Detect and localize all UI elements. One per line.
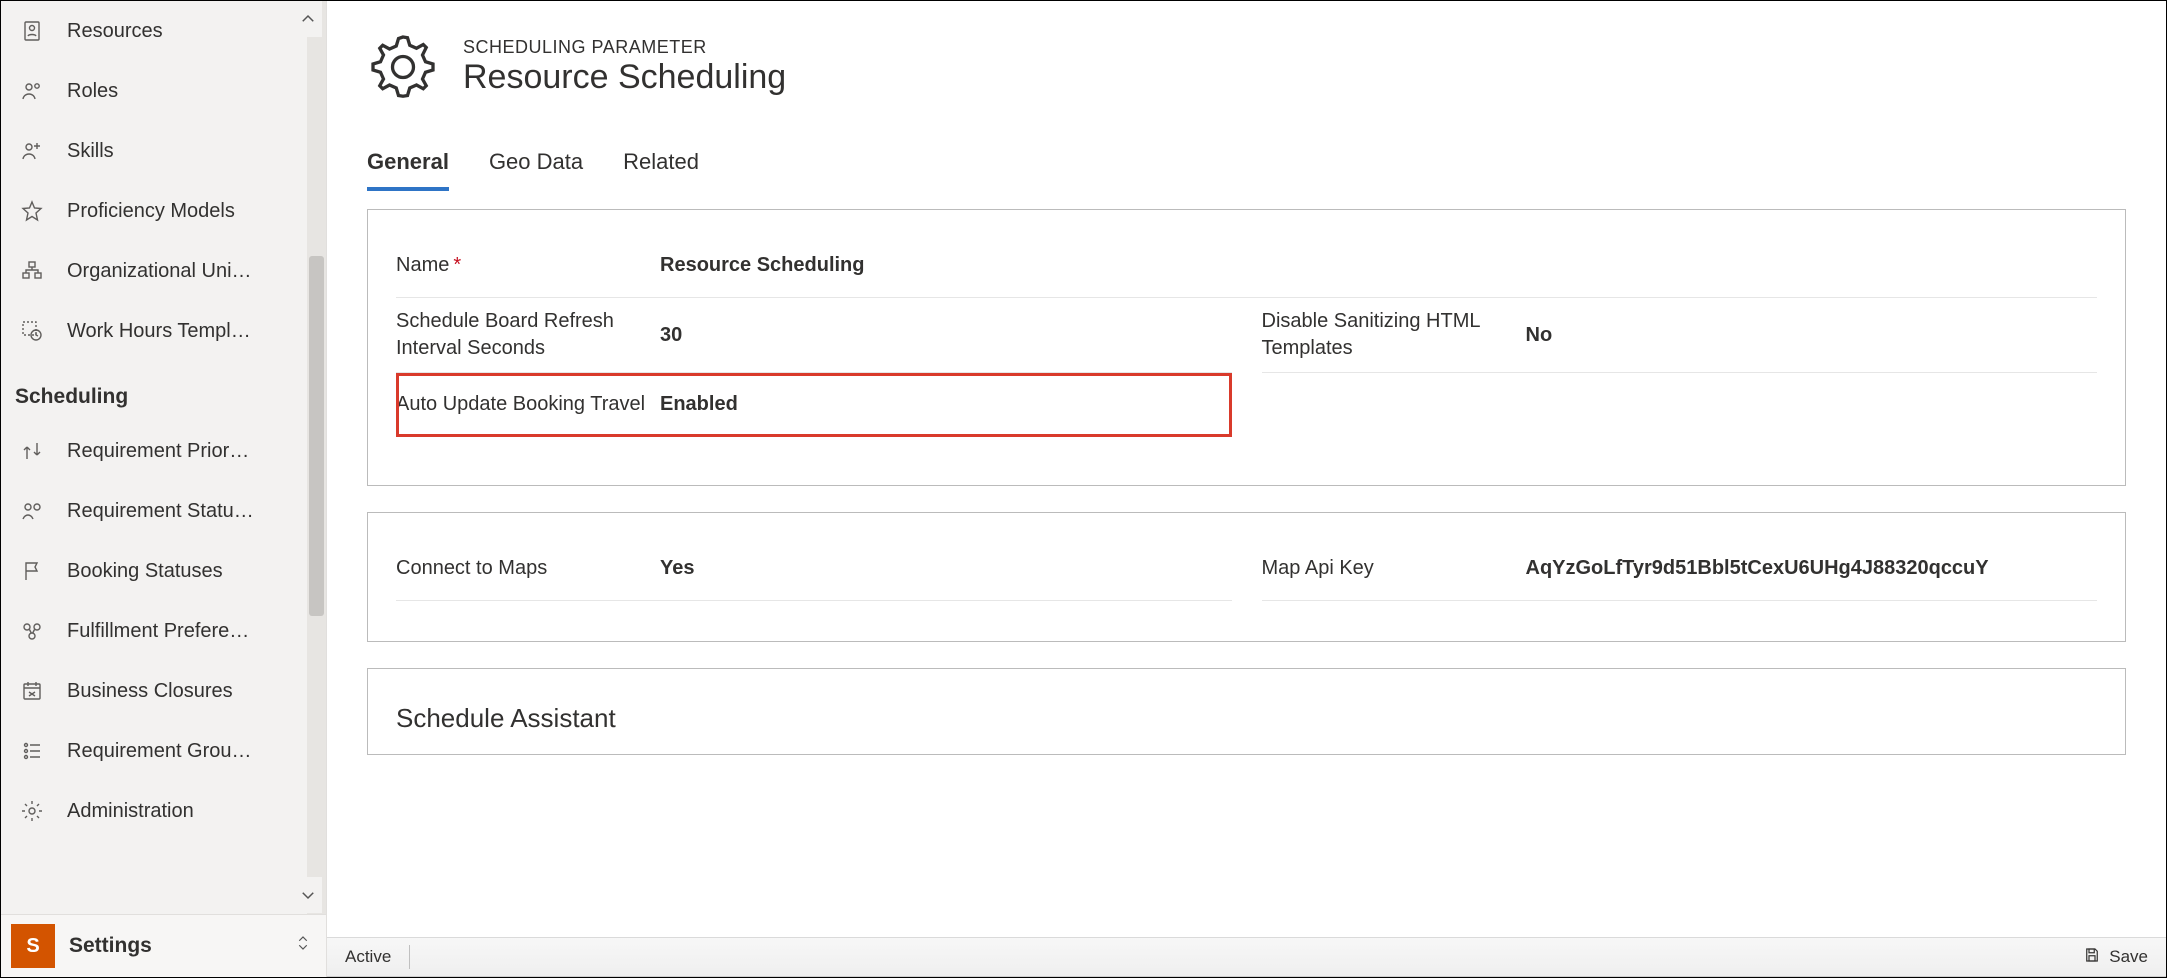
save-button[interactable]: Save bbox=[2083, 946, 2148, 969]
sidebar-item-label: Requirement Statu… bbox=[67, 500, 310, 523]
sidebar-item-fulfillment-preferences[interactable]: Fulfillment Prefere… bbox=[1, 601, 326, 661]
page-header: SCHEDULING PARAMETER Resource Scheduling bbox=[367, 31, 2126, 103]
status-state: Active bbox=[345, 947, 391, 967]
roles-icon bbox=[19, 78, 45, 104]
calendar-icon bbox=[19, 678, 45, 704]
sidebar: Resources Roles Skills Proficiency Model… bbox=[1, 1, 327, 977]
sidebar-item-business-closures[interactable]: Business Closures bbox=[1, 661, 326, 721]
field-value-sanitize[interactable]: No bbox=[1522, 324, 2098, 347]
field-label-autotravel: Auto Update Booking Travel bbox=[396, 391, 656, 418]
resources-icon bbox=[19, 18, 45, 44]
sidebar-group-scheduling: Scheduling bbox=[1, 361, 326, 421]
page-title: Resource Scheduling bbox=[463, 58, 786, 97]
sidebar-item-label: Requirement Prior… bbox=[67, 440, 310, 463]
field-label-mapapikey: Map Api Key bbox=[1262, 555, 1522, 582]
list-icon bbox=[19, 738, 45, 764]
field-value-autotravel[interactable]: Enabled bbox=[656, 393, 1232, 416]
flag-icon bbox=[19, 558, 45, 584]
sidebar-scroll-down[interactable] bbox=[294, 877, 322, 913]
sidebar-item-booking-statuses[interactable]: Booking Statuses bbox=[1, 541, 326, 601]
field-refresh-interval[interactable]: Schedule Board Refresh Interval Seconds … bbox=[396, 298, 1232, 373]
field-label-sanitize: Disable Sanitizing HTML Templates bbox=[1262, 308, 1522, 362]
panel-general-1: Name* Resource Scheduling Schedule Board… bbox=[367, 209, 2126, 486]
section-title-schedule-assistant: Schedule Assistant bbox=[396, 693, 2097, 744]
field-value-connectmaps[interactable]: Yes bbox=[656, 557, 1232, 580]
sidebar-item-requirement-statuses[interactable]: Requirement Statu… bbox=[1, 481, 326, 541]
field-auto-update-booking-travel[interactable]: Auto Update Booking Travel Enabled bbox=[396, 373, 1232, 437]
field-value-mapapikey[interactable]: AqYzGoLfTyr9d51Bbl5tCexU6UHg4J88320qccuY bbox=[1522, 557, 2098, 580]
sidebar-item-label: Requirement Grou… bbox=[67, 740, 310, 763]
area-switcher[interactable]: S Settings bbox=[1, 914, 326, 977]
fulfill-icon bbox=[19, 618, 45, 644]
clock-icon bbox=[19, 318, 45, 344]
content: SCHEDULING PARAMETER Resource Scheduling… bbox=[327, 1, 2166, 937]
field-label-name: Name* bbox=[396, 252, 656, 279]
priority-icon bbox=[19, 438, 45, 464]
field-label-connectmaps: Connect to Maps bbox=[396, 555, 656, 582]
sidebar-item-label: Skills bbox=[67, 140, 310, 163]
field-disable-sanitizing[interactable]: Disable Sanitizing HTML Templates No bbox=[1262, 298, 2098, 373]
gear-large-icon bbox=[367, 31, 439, 103]
field-label-refresh: Schedule Board Refresh Interval Seconds bbox=[396, 308, 656, 362]
skills-icon bbox=[19, 138, 45, 164]
field-empty bbox=[1262, 373, 2098, 437]
save-label: Save bbox=[2109, 947, 2148, 967]
status-bar: Active Save bbox=[327, 937, 2166, 977]
field-value-refresh[interactable]: 30 bbox=[656, 324, 1232, 347]
sidebar-item-administration[interactable]: Administration bbox=[1, 781, 326, 841]
star-icon bbox=[19, 198, 45, 224]
save-icon bbox=[2083, 946, 2101, 969]
sidebar-item-requirement-priorities[interactable]: Requirement Prior… bbox=[1, 421, 326, 481]
field-name[interactable]: Name* Resource Scheduling bbox=[396, 234, 2097, 298]
sidebar-scrollbar[interactable] bbox=[307, 1, 326, 914]
area-badge: S bbox=[11, 924, 55, 968]
field-connect-to-maps[interactable]: Connect to Maps Yes bbox=[396, 537, 1232, 601]
sidebar-item-label: Fulfillment Prefere… bbox=[67, 620, 310, 643]
required-marker: * bbox=[453, 254, 461, 276]
sidebar-item-proficiency-models[interactable]: Proficiency Models bbox=[1, 181, 326, 241]
sidebar-item-skills[interactable]: Skills bbox=[1, 121, 326, 181]
sidebar-item-label: Work Hours Templ… bbox=[67, 320, 310, 343]
tab-related[interactable]: Related bbox=[623, 143, 699, 191]
tab-general[interactable]: General bbox=[367, 143, 449, 191]
sidebar-item-label: Administration bbox=[67, 800, 310, 823]
sidebar-item-work-hours-templates[interactable]: Work Hours Templ… bbox=[1, 301, 326, 361]
sidebar-item-label: Booking Statuses bbox=[67, 560, 310, 583]
sidebar-item-label: Business Closures bbox=[67, 680, 310, 703]
panel-general-2: Connect to Maps Yes Map Api Key AqYzGoLf… bbox=[367, 512, 2126, 642]
tab-geo-data[interactable]: Geo Data bbox=[489, 143, 583, 191]
sidebar-item-label: Proficiency Models bbox=[67, 200, 310, 223]
area-label: Settings bbox=[69, 934, 280, 958]
sidebar-item-resources[interactable]: Resources bbox=[1, 1, 326, 61]
org-icon bbox=[19, 258, 45, 284]
page-eyebrow: SCHEDULING PARAMETER bbox=[463, 37, 786, 58]
main: SCHEDULING PARAMETER Resource Scheduling… bbox=[327, 1, 2166, 977]
sidebar-scroll-up[interactable] bbox=[294, 1, 322, 37]
reqstatus-icon bbox=[19, 498, 45, 524]
gear-icon bbox=[19, 798, 45, 824]
sidebar-item-label: Roles bbox=[67, 80, 310, 103]
status-divider bbox=[409, 945, 410, 969]
sidebar-item-label: Resources bbox=[67, 20, 310, 43]
panel-schedule-assistant: Schedule Assistant bbox=[367, 668, 2126, 755]
sidebar-scrollbar-thumb[interactable] bbox=[309, 256, 324, 616]
updown-icon bbox=[294, 932, 312, 960]
sidebar-item-roles[interactable]: Roles bbox=[1, 61, 326, 121]
sidebar-item-requirement-groups[interactable]: Requirement Grou… bbox=[1, 721, 326, 781]
sidebar-item-organizational-units[interactable]: Organizational Uni… bbox=[1, 241, 326, 301]
tabs: General Geo Data Related bbox=[367, 143, 2126, 191]
sidebar-item-label: Organizational Uni… bbox=[67, 260, 310, 283]
field-value-name[interactable]: Resource Scheduling bbox=[656, 254, 2097, 277]
field-map-api-key[interactable]: Map Api Key AqYzGoLfTyr9d51Bbl5tCexU6UHg… bbox=[1262, 537, 2098, 601]
